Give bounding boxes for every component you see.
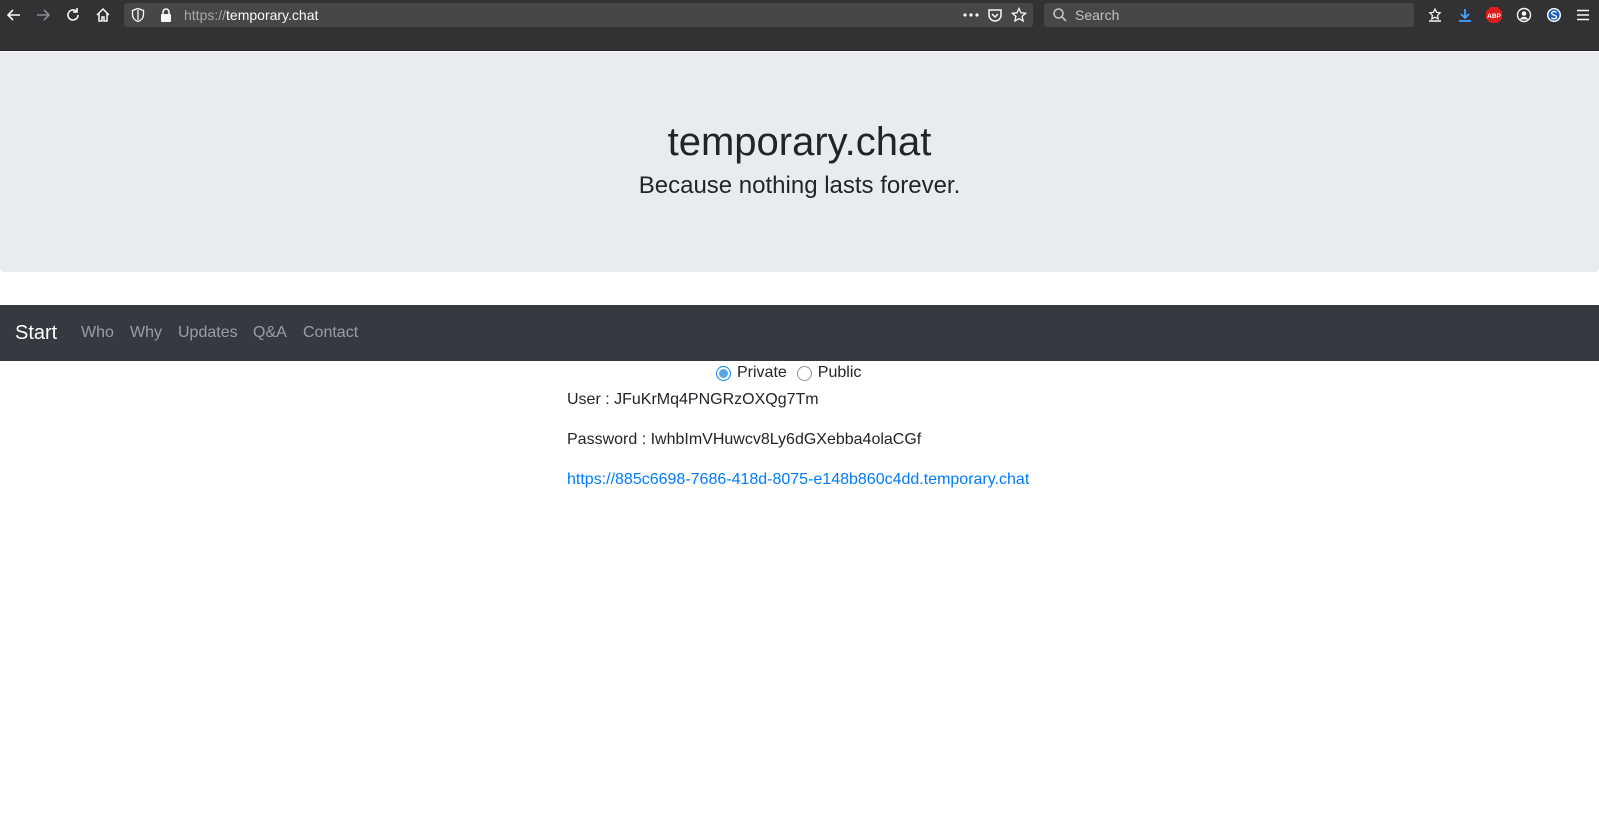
pocket-icon[interactable] <box>987 7 1003 28</box>
adblock-plus-icon[interactable]: ABP <box>1482 3 1506 27</box>
home-icon[interactable] <box>91 3 115 27</box>
search-placeholder: Search <box>1075 7 1120 23</box>
reload-icon[interactable] <box>61 3 85 27</box>
library-icon[interactable] <box>1423 3 1447 27</box>
nav-link-qa[interactable]: Q&A <box>253 305 287 361</box>
menu-icon[interactable] <box>1571 3 1595 27</box>
tracking-shield-icon[interactable] <box>130 7 146 28</box>
nav-link-updates[interactable]: Updates <box>178 305 238 361</box>
nav-link-why[interactable]: Why <box>130 305 162 361</box>
download-icon[interactable] <box>1453 3 1477 27</box>
forward-arrow-icon[interactable] <box>31 3 55 27</box>
nav-brand-start[interactable]: Start <box>15 305 57 361</box>
more-actions-icon[interactable] <box>962 7 980 28</box>
search-icon <box>1052 7 1068 28</box>
bookmark-star-icon[interactable] <box>1010 6 1028 28</box>
private-radio[interactable] <box>716 365 731 381</box>
browser-toolbar: https://temporary.chat Search ABP <box>0 0 1599 30</box>
browser-toolbar-strip <box>0 30 1599 51</box>
account-icon[interactable] <box>1512 3 1536 27</box>
nav-link-contact[interactable]: Contact <box>303 305 358 361</box>
main-navbar: Start Who Why Updates Q&A Contact <box>0 305 1599 361</box>
password-credential: Password : IwhbImVHuwcv8Ly6dGXebba4olaCG… <box>567 431 922 448</box>
search-bar[interactable]: Search <box>1044 3 1414 27</box>
visibility-radio-group: Private Public <box>716 362 871 384</box>
url-bar[interactable]: https://temporary.chat <box>124 3 1033 27</box>
back-arrow-icon[interactable] <box>2 3 26 27</box>
user-credential: User : JFuKrMq4PNGRzOXQg7Tm <box>567 391 819 408</box>
jumbotron-header: temporary.chat Because nothing lasts for… <box>0 52 1599 272</box>
site-title: temporary.chat <box>667 120 932 164</box>
public-radio-label[interactable]: Public <box>818 364 862 382</box>
lock-icon[interactable] <box>158 7 174 28</box>
chat-room-link[interactable]: https://885c6698-7686-418d-8075-e148b860… <box>567 471 1029 489</box>
adblock-label: ABP <box>1487 13 1501 20</box>
sync-extension-icon[interactable] <box>1542 3 1566 27</box>
public-radio[interactable] <box>796 365 812 381</box>
private-radio-label[interactable]: Private <box>737 364 787 382</box>
nav-link-who[interactable]: Who <box>81 305 114 361</box>
url-text[interactable]: https://temporary.chat <box>184 3 318 27</box>
site-tagline: Because nothing lasts forever. <box>638 172 961 199</box>
